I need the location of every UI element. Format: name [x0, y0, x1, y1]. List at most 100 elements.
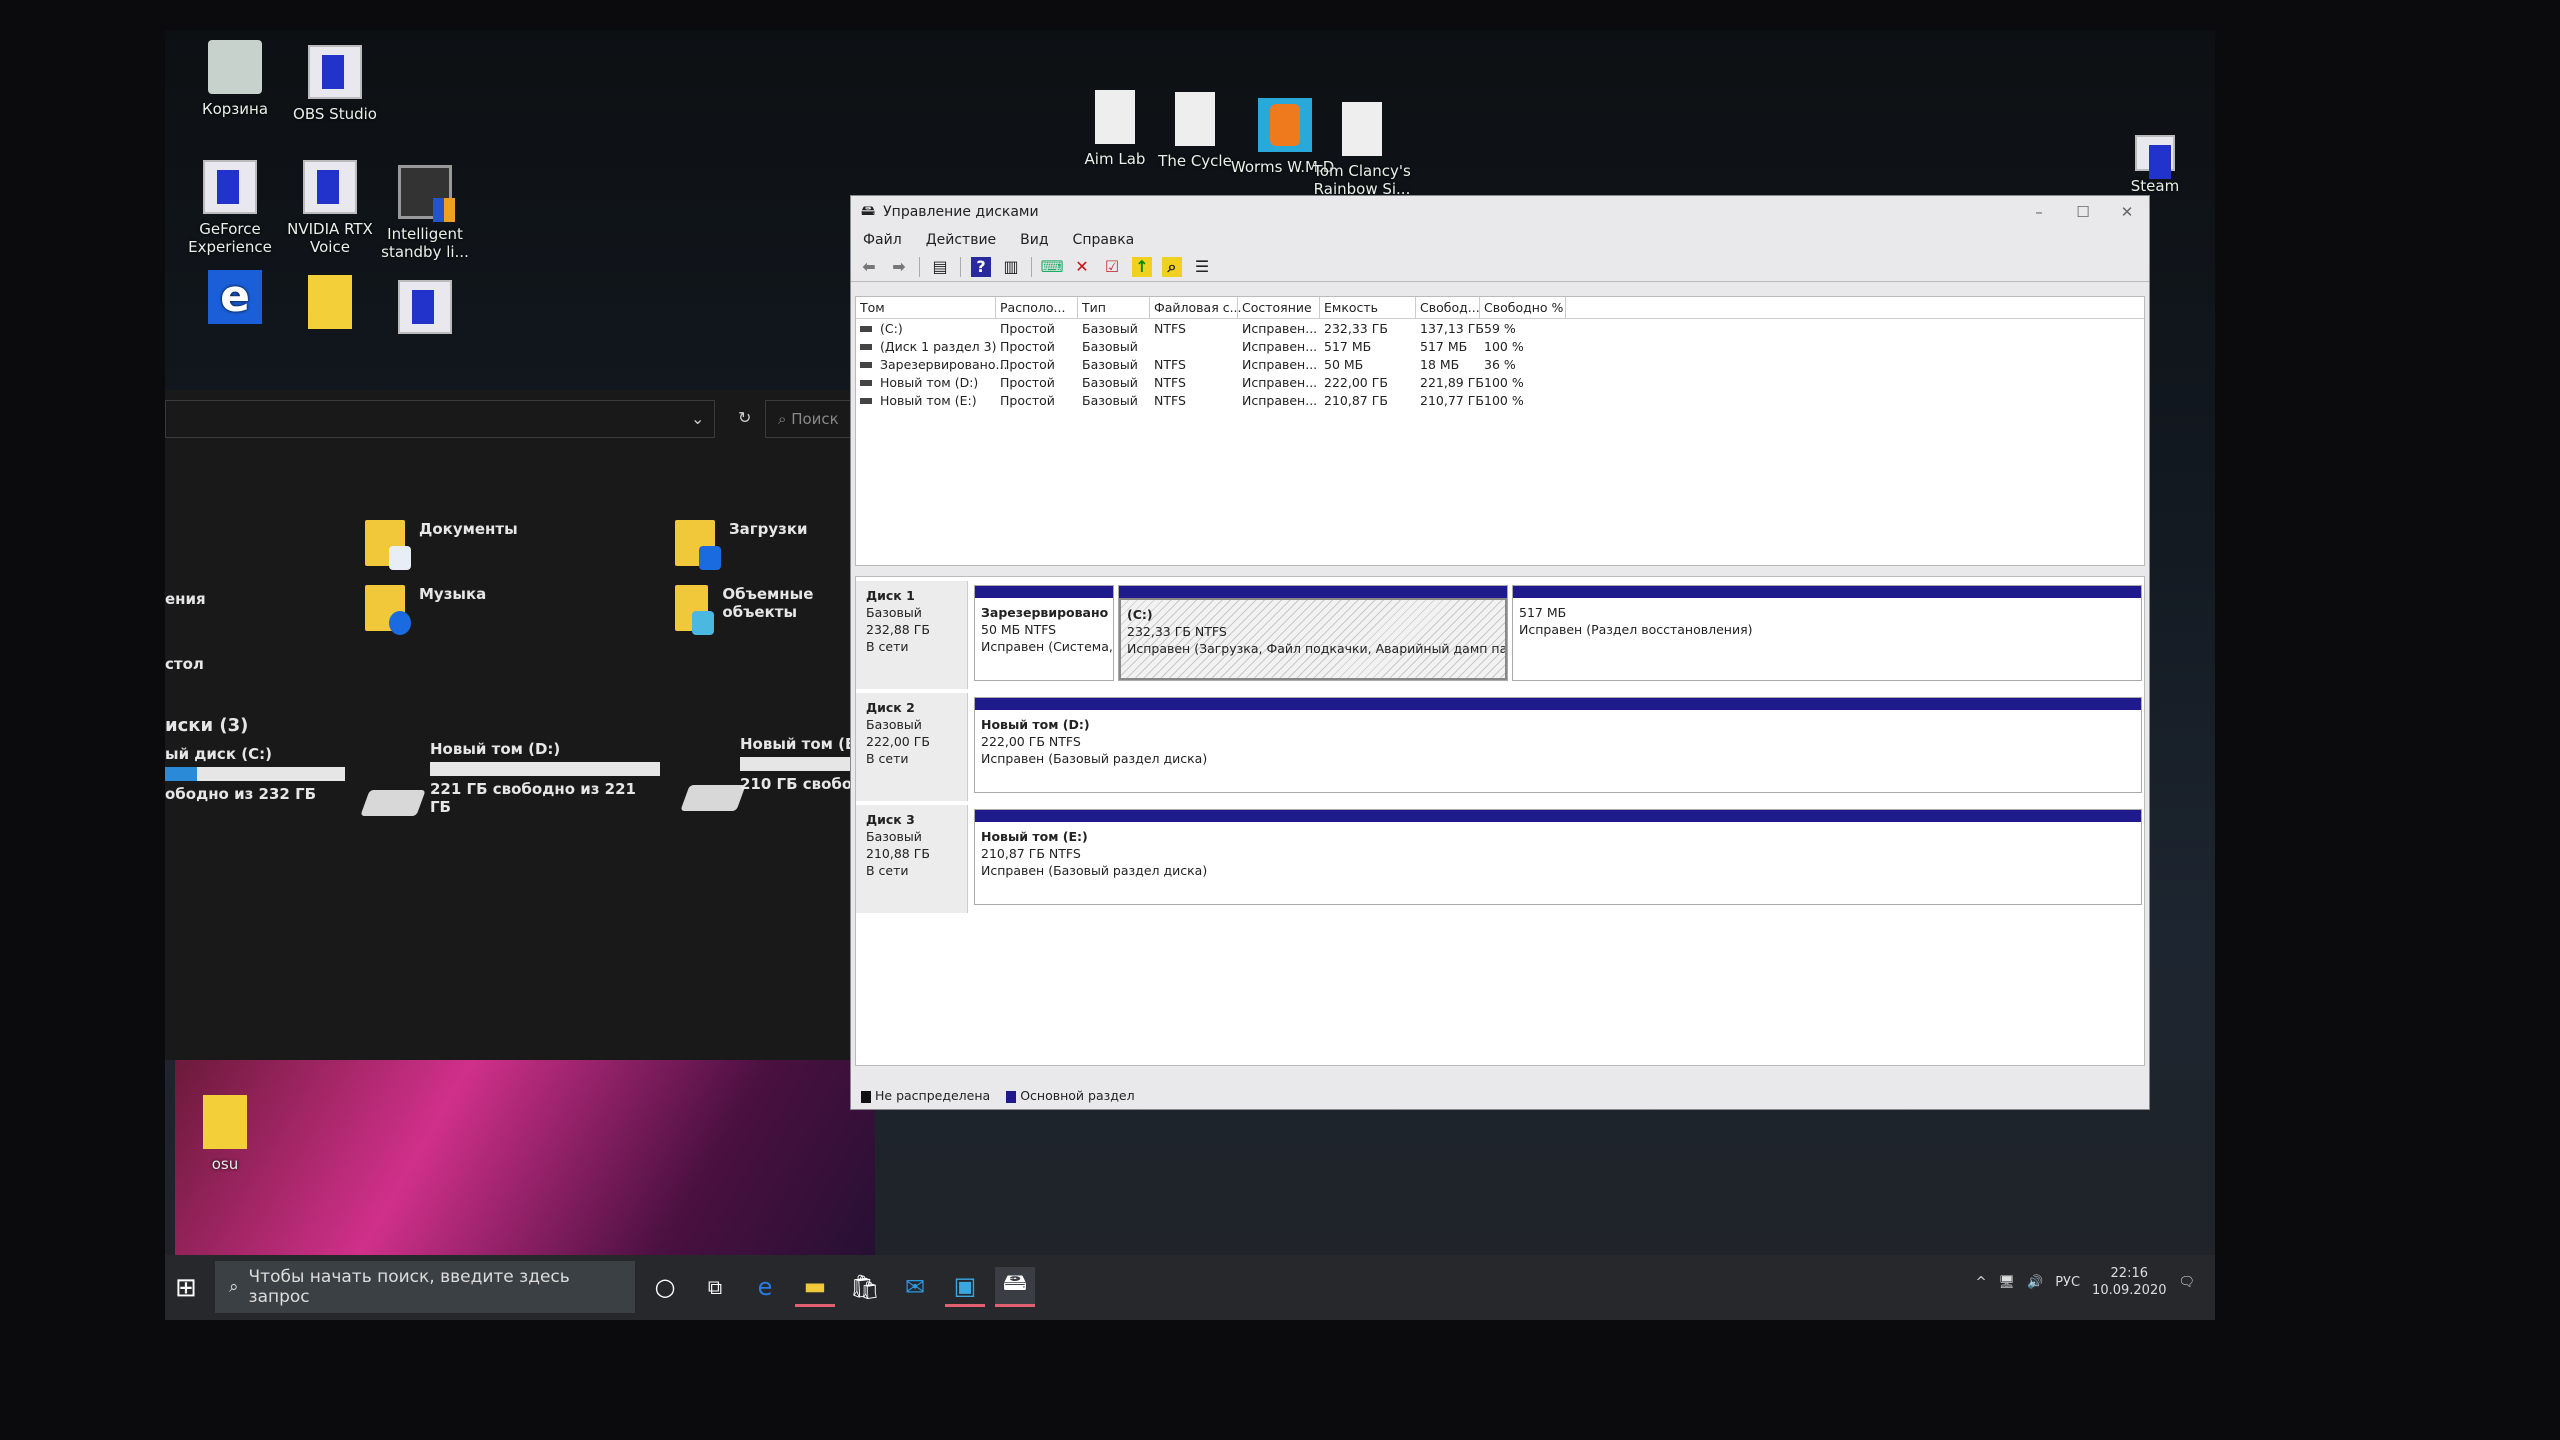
disk-label[interactable]: Диск 2 Базовый 222,00 ГБ В сети [856, 693, 968, 801]
partition[interactable]: 517 МБ Исправен (Раздел восстановления) [1512, 585, 2142, 681]
disk-status: В сети [866, 639, 909, 654]
disk-label[interactable]: Диск 3 Базовый 210,88 ГБ В сети [856, 805, 968, 913]
refresh-icon[interactable]: ↻ [738, 408, 751, 427]
volume-icon [860, 362, 872, 368]
notifications-icon[interactable]: 🗨 [2178, 1275, 2195, 1290]
desktop-icon-rtx-voice[interactable]: NVIDIA RTX Voice [275, 160, 385, 256]
desktop-icon-rainbow-six[interactable]: Tom Clancy's Rainbow Si... [1307, 102, 1417, 198]
column-header[interactable]: Располо... [996, 297, 1078, 318]
column-header[interactable]: Свободно % [1480, 297, 1566, 318]
hard-drive-icon [680, 785, 746, 811]
menu-file[interactable]: Файл [863, 232, 902, 248]
maximize-button[interactable]: ☐ [2061, 203, 2105, 221]
volume-name: (Диск 1 раздел 3) [880, 338, 997, 354]
volume-name: Новый том (D:) [880, 374, 979, 390]
drive-c[interactable]: ый диск (C:) ободно из 232 ГБ [165, 745, 345, 803]
taskbar-search-box[interactable]: ⌕ Чтобы начать поиск, введите здесь запро… [215, 1261, 635, 1313]
volume-row[interactable]: Зарезервировано... Простой Базовый NTFS Испр… [856, 355, 2144, 373]
close-button[interactable]: ✕ [2105, 203, 2149, 221]
desktop-icon-app[interactable] [370, 280, 480, 340]
properties-checklist-icon[interactable]: ☑ [1102, 257, 1122, 277]
partition-name: Зарезервировано системой [981, 605, 1113, 620]
library-documents[interactable]: Документы [365, 520, 518, 570]
connect-drive-icon[interactable]: ⌨ [1040, 257, 1063, 277]
app-shortcut-icon [398, 280, 452, 334]
folder-icon [203, 1095, 247, 1149]
column-header[interactable]: Тип [1078, 297, 1150, 318]
task-view-icon[interactable]: ⧉ [695, 1267, 735, 1307]
menu-help[interactable]: Справка [1073, 232, 1135, 248]
search-icon: ⌕ [229, 1277, 239, 1297]
windows-start-icon[interactable]: ⊞ [175, 1273, 197, 1303]
monitor-shield-icon [398, 165, 455, 222]
partition-status: Исправен (Базовый раздел диска) [981, 751, 1208, 766]
column-header[interactable]: Файловая с... [1150, 297, 1242, 318]
sidebar-item[interactable]: стол [165, 655, 204, 673]
volume-icon [860, 380, 872, 386]
back-arrow-icon[interactable]: ⬅ [859, 257, 879, 277]
search-icon: ⌕ [778, 410, 787, 428]
column-header[interactable]: Емкость [1320, 297, 1416, 318]
clock[interactable]: 22:16 10.09.2020 [2092, 1265, 2166, 1299]
column-header[interactable]: Свобод... [1416, 297, 1480, 318]
desktop-icon-steam[interactable]: Steam [2100, 135, 2210, 195]
desktop-icon-geforce[interactable]: GeForce Experience [175, 160, 285, 256]
volume-row[interactable]: (C:) Простой Базовый NTFS Исправен... 232,33 … [856, 319, 2144, 337]
store-icon[interactable]: 🛍 [845, 1267, 885, 1307]
show-hide-console-tree-icon[interactable]: ▤ [930, 257, 950, 277]
menu-view[interactable]: Вид [1020, 232, 1048, 248]
network-icon[interactable]: 🖥 [1999, 1275, 2016, 1290]
action-pane-icon[interactable]: ▥ [1001, 257, 1021, 277]
language-indicator[interactable]: РУС [2055, 1275, 2080, 1290]
folder-icon [308, 275, 352, 329]
volume-row[interactable]: Новый том (E:) Простой Базовый NTFS Исправен… [856, 391, 2144, 409]
desktop-icon-edge[interactable]: e [180, 270, 290, 330]
screen: Корзина OBS Studio GeForce Experience NV… [165, 30, 2215, 1320]
delete-icon[interactable]: ✕ [1072, 257, 1092, 277]
menu-action[interactable]: Действие [926, 232, 996, 248]
library-3d-objects[interactable]: Объемные объекты [675, 585, 865, 635]
file-shortcut-icon [1095, 90, 1135, 144]
partition[interactable]: (C:) 232,33 ГБ NTFS Исправен (Загрузка, Фа… [1118, 585, 1508, 681]
minimize-button[interactable]: – [2017, 203, 2061, 221]
partition[interactable]: Новый том (D:) 222,00 ГБ NTFS Исправен (Ба… [974, 697, 2142, 793]
partition[interactable]: Зарезервировано системой 50 МБ NTFS Исправ… [974, 585, 1114, 681]
column-header[interactable]: Состояние [1238, 297, 1320, 318]
file-explorer-window: ⌄ ↻ ⌕ Поиск Документы Загрузки Музыка Об… [165, 390, 909, 1060]
volume-cell: 210,77 ГБ [1420, 392, 1484, 408]
library-downloads[interactable]: Загрузки [675, 520, 808, 570]
folder-search-icon[interactable]: ⌕ [1162, 256, 1182, 277]
disk-management-taskbar-icon[interactable]: 🖴 [995, 1267, 1035, 1307]
volume-cell: Новый том (E:) [856, 393, 996, 408]
desktop-icon-obs[interactable]: OBS Studio [280, 45, 390, 123]
column-header[interactable]: Том [856, 297, 996, 318]
library-music[interactable]: Музыка [365, 585, 486, 635]
file-explorer-taskbar-icon[interactable]: ▬ [795, 1267, 835, 1307]
title-bar[interactable]: 🖴 Управление дисками – ☐ ✕ [851, 196, 2149, 228]
chevron-up-icon[interactable]: ^ [1976, 1275, 1987, 1290]
address-bar[interactable]: ⌄ [165, 400, 715, 438]
volume-icon[interactable]: 🔊 [2027, 1275, 2043, 1290]
edge-taskbar-icon[interactable]: e [745, 1267, 785, 1307]
drive-d[interactable]: Новый том (D:) 221 ГБ свободно из 221 ГБ [430, 740, 660, 816]
desktop-icon-recycle-bin[interactable]: Корзина [180, 40, 290, 118]
list-view-icon[interactable]: ☰ [1192, 257, 1212, 277]
app-taskbar-icon[interactable]: ▣ [945, 1267, 985, 1307]
desktop-icon-intelligent-standby[interactable]: Intelligent standby li... [370, 165, 480, 261]
desktop-icon-osu[interactable]: osu [170, 1095, 280, 1173]
forward-arrow-icon[interactable]: ➡ [889, 257, 909, 277]
help-icon[interactable]: ? [971, 256, 991, 277]
sidebar-item[interactable]: ения [165, 590, 206, 608]
clock-date: 10.09.2020 [2092, 1283, 2167, 1298]
folder-up-icon[interactable]: ↑ [1132, 256, 1152, 277]
cortana-icon[interactable]: ○ [645, 1267, 685, 1307]
disk-size: 232,88 ГБ [866, 622, 930, 637]
mail-icon[interactable]: ✉ [895, 1267, 935, 1307]
partition[interactable]: Новый том (E:) 210,87 ГБ NTFS Исправен (Ба… [974, 809, 2142, 905]
desktop-icon-folder[interactable] [275, 275, 385, 335]
disk-label[interactable]: Диск 1 Базовый 232,88 ГБ В сети [856, 581, 968, 689]
volume-row[interactable]: Новый том (D:) Простой Базовый NTFS Исправен… [856, 373, 2144, 391]
volume-cell: 100 % [1484, 338, 1524, 354]
chevron-down-icon[interactable]: ⌄ [691, 409, 704, 428]
volume-row[interactable]: (Диск 1 раздел 3) Простой Базовый Исправен.… [856, 337, 2144, 355]
